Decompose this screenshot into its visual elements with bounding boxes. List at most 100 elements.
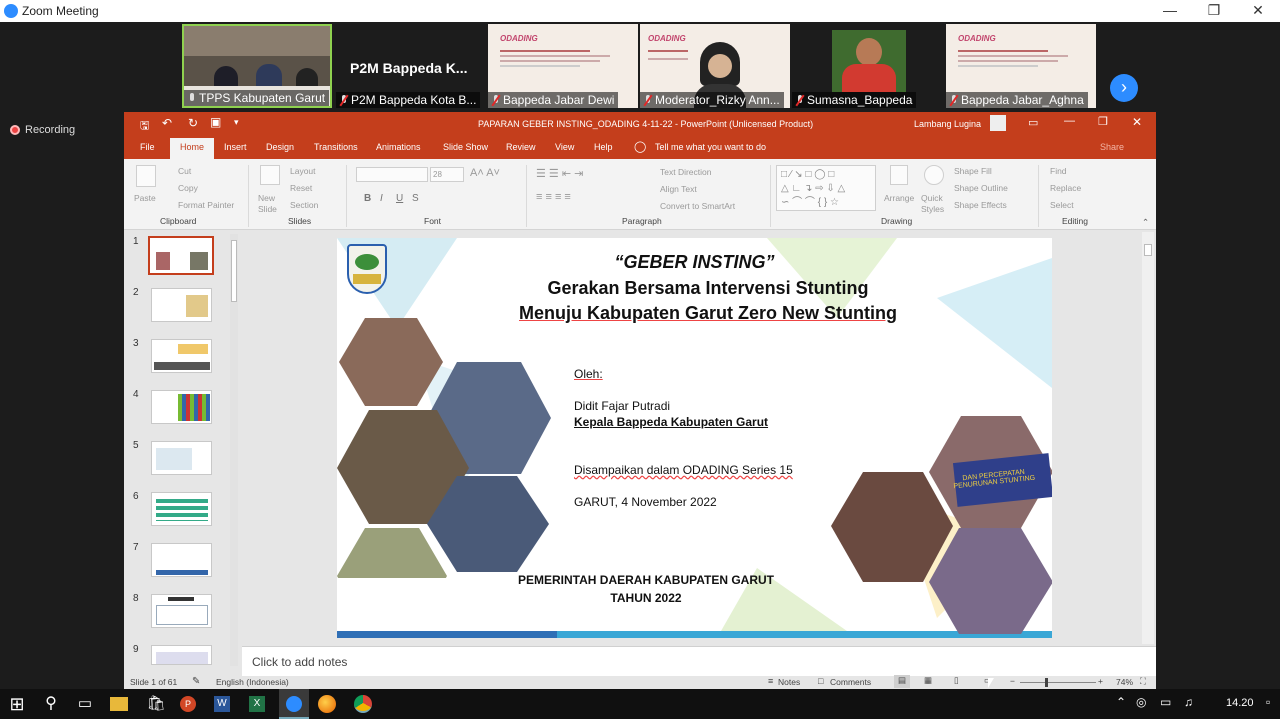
slide-thumbnail[interactable] <box>148 236 214 275</box>
layout-button[interactable]: Layout <box>290 166 316 176</box>
avatar[interactable] <box>990 115 1006 131</box>
tab-view[interactable]: View <box>555 142 574 152</box>
paste-button[interactable]: Paste <box>134 193 156 203</box>
paste-icon[interactable] <box>136 165 156 187</box>
zoom-slider[interactable] <box>1020 682 1096 683</box>
participant-tile[interactable]: TPPS Kabupaten Garut <box>182 24 332 108</box>
redo-icon[interactable]: ↻ <box>188 116 198 130</box>
reset-button[interactable]: Reset <box>290 183 312 193</box>
participant-tile[interactable]: ODADING Bappeda Jabar_Aghna <box>946 24 1096 108</box>
font-name-select[interactable] <box>356 167 428 182</box>
undo-icon[interactable]: ↶ <box>162 116 172 130</box>
format-painter-button[interactable]: Format Painter <box>178 200 234 210</box>
slide-counter[interactable]: Slide 1 of 61 <box>130 677 177 687</box>
recording-indicator[interactable]: Recording <box>10 124 75 136</box>
convert-smartart-button[interactable]: Convert to SmartArt <box>660 201 735 211</box>
tab-help[interactable]: Help <box>594 142 613 152</box>
slide-scrollbar[interactable] <box>1142 232 1154 644</box>
tab-transitions[interactable]: Transitions <box>314 142 358 152</box>
section-button[interactable]: Section <box>290 200 318 210</box>
align-icon[interactable]: ≡ ≡ ≡ ≡ <box>536 191 571 203</box>
zoom-out-icon[interactable]: − <box>1010 676 1015 686</box>
bullets-icon[interactable]: ☰ ☰ ⇤ ⇥ <box>536 167 583 180</box>
network-icon[interactable]: ◎ <box>1136 695 1146 709</box>
slide-thumbnail[interactable] <box>151 645 212 665</box>
close-icon[interactable]: ✕ <box>1132 115 1142 129</box>
zoom-level[interactable]: 74% <box>1116 677 1133 687</box>
slide-thumbnail[interactable] <box>151 339 212 373</box>
slide-thumbnail[interactable] <box>151 390 212 424</box>
quick-styles-button[interactable]: Quick Styles <box>921 193 951 215</box>
minimize-icon[interactable]: — <box>1148 0 1192 22</box>
tab-file[interactable]: File <box>140 142 155 152</box>
language-indicator[interactable]: English (Indonesia) <box>216 677 289 687</box>
participant-tile[interactable]: ODADING Bappeda Jabar Dewi <box>488 24 638 108</box>
tab-design[interactable]: Design <box>266 142 294 152</box>
new-slide-icon[interactable] <box>260 165 280 185</box>
windows-start-icon[interactable]: ⊞ <box>6 693 28 715</box>
zoom-in-icon[interactable]: + <box>1098 676 1103 686</box>
powerpoint-icon[interactable]: P <box>180 696 196 712</box>
thumbnail-scrollbar[interactable] <box>230 234 238 666</box>
tab-slide-show[interactable]: Slide Show <box>443 142 488 152</box>
comments-button[interactable]: Comments <box>830 677 871 687</box>
restore-icon[interactable]: ❐ <box>1098 115 1108 128</box>
copy-button[interactable]: Copy <box>178 183 198 193</box>
clock[interactable]: 14.20 <box>1226 697 1254 709</box>
shape-outline-button[interactable]: Shape Outline <box>954 183 1008 193</box>
minimize-icon[interactable]: — <box>1064 115 1075 127</box>
new-slide-button[interactable]: New Slide <box>258 193 288 215</box>
collapse-ribbon-icon[interactable]: ⌃ <box>1142 217 1149 228</box>
bold-button[interactable]: B <box>364 193 371 204</box>
arrange-icon[interactable] <box>890 165 908 185</box>
slide-thumbnail[interactable] <box>151 594 212 628</box>
next-page-button[interactable]: › <box>1110 74 1138 102</box>
participant-tile[interactable]: Sumasna_Bappeda <box>792 24 942 108</box>
firefox-icon[interactable] <box>318 695 336 713</box>
replace-button[interactable]: Replace <box>1050 183 1081 193</box>
slide-sorter-icon[interactable]: ▦ <box>924 675 932 686</box>
spellcheck-icon[interactable]: ✎ <box>192 676 200 687</box>
shape-fill-button[interactable]: Shape Fill <box>954 166 992 176</box>
select-button[interactable]: Select <box>1050 200 1074 210</box>
slide-thumbnail[interactable] <box>151 543 212 577</box>
chrome-icon[interactable] <box>354 695 372 713</box>
cut-button[interactable]: Cut <box>178 166 191 176</box>
underline-button[interactable]: U <box>396 193 403 204</box>
slide-thumbnail[interactable] <box>151 441 212 475</box>
shape-effects-button[interactable]: Shape Effects <box>954 200 1007 210</box>
tab-home[interactable]: Home <box>170 138 215 159</box>
battery-icon[interactable]: ▭ <box>1160 695 1171 709</box>
fit-to-window-icon[interactable]: ⛶ <box>1140 676 1146 687</box>
task-view-icon[interactable]: ▭ <box>74 693 96 715</box>
participant-tile[interactable]: ODADING Moderator_Rizky Ann... <box>640 24 790 108</box>
tell-me-search[interactable]: Tell me what you want to do <box>655 142 766 152</box>
strikethrough-button[interactable]: S <box>412 193 419 204</box>
close-icon[interactable]: ✕ <box>1236 0 1280 22</box>
word-icon[interactable]: W <box>214 696 230 712</box>
font-size-select[interactable]: 28 <box>430 167 464 182</box>
shapes-gallery[interactable]: □ ∕ ↘ □ ◯ □ △ ∟ ↴ ⇨ ⇩ △ ∽ ⌒ ⌒ { } ☆ <box>776 165 876 211</box>
file-explorer-icon[interactable] <box>110 697 128 711</box>
volume-icon[interactable]: ♫ <box>1184 695 1193 709</box>
normal-view-icon[interactable]: ▤ <box>894 675 910 688</box>
slideshow-from-start-icon[interactable]: ▣ <box>210 115 221 129</box>
tab-animations[interactable]: Animations <box>376 142 421 152</box>
search-icon[interactable]: ⚲ <box>40 693 62 715</box>
text-direction-button[interactable]: Text Direction <box>660 167 712 177</box>
participant-tile[interactable]: P2M Bappeda K... P2M Bappeda Kota B... <box>336 24 486 108</box>
tab-review[interactable]: Review <box>506 142 536 152</box>
share-button[interactable]: Share <box>1100 142 1124 152</box>
slide-canvas[interactable]: “GEBER INSTING” Gerakan Bersama Interven… <box>337 238 1052 638</box>
ribbon-display-icon[interactable]: ▭ <box>1028 116 1038 129</box>
align-text-button[interactable]: Align Text <box>660 184 697 194</box>
italic-button[interactable]: I <box>380 193 383 204</box>
tab-insert[interactable]: Insert <box>224 142 247 152</box>
show-hidden-icons-icon[interactable]: ⌃ <box>1116 695 1126 709</box>
notifications-icon[interactable]: ▫ <box>1266 695 1270 709</box>
slide-thumbnail[interactable] <box>151 288 212 322</box>
arrange-button[interactable]: Arrange <box>884 193 914 203</box>
restore-icon[interactable]: ❐ <box>1192 0 1236 22</box>
user-name[interactable]: Lambang Lugina <box>914 119 981 129</box>
reading-view-icon[interactable]: ▯ <box>954 675 959 686</box>
